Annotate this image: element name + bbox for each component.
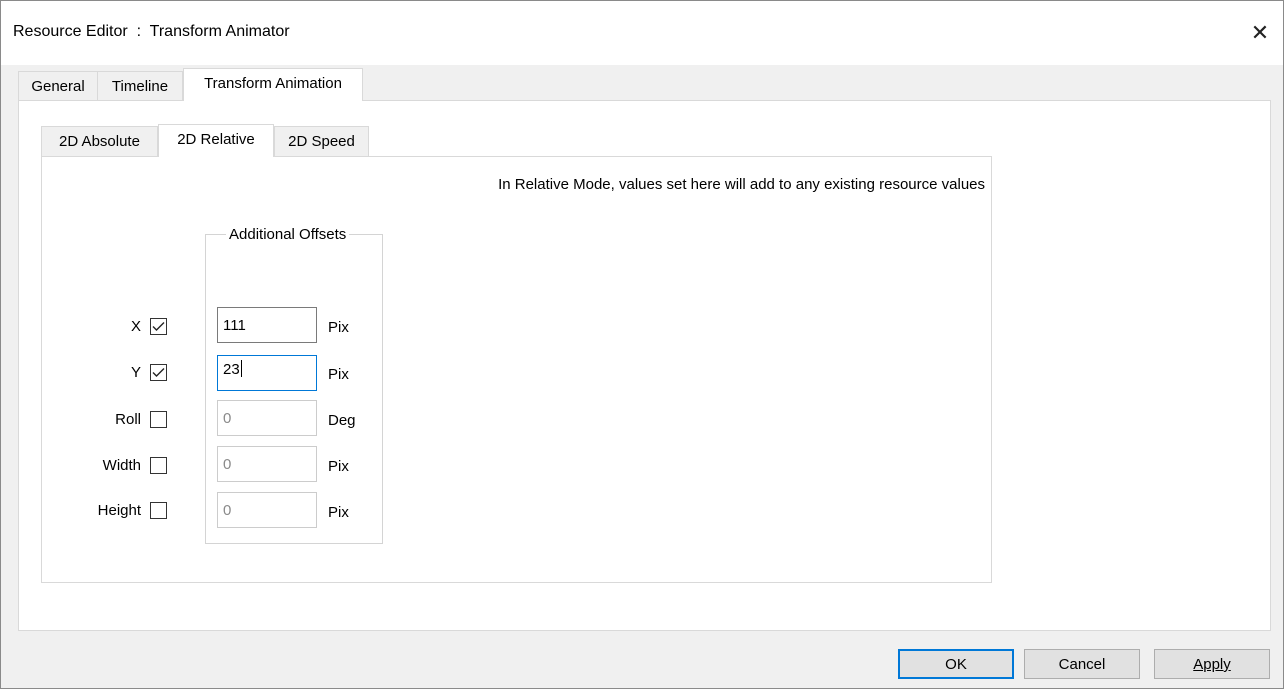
tab-2d-absolute[interactable]: 2D Absolute — [41, 126, 158, 156]
height-label: Height — [97, 502, 141, 519]
height-unit: Pix — [328, 504, 349, 521]
width-offset-input[interactable] — [217, 446, 317, 482]
apply-button[interactable]: Apply — [1154, 649, 1270, 679]
tab-2d-speed-label: 2D Speed — [288, 133, 355, 150]
window-title: Resource Editor : Transform Animator — [13, 23, 290, 40]
roll-offset-input[interactable] — [217, 400, 317, 436]
transform-animation-panel: 2D Absolute 2D Relative 2D Speed In Rela… — [18, 100, 1271, 631]
group-legend: Additional Offsets — [226, 226, 350, 243]
roll-label: Roll — [115, 411, 141, 428]
tab-timeline[interactable]: Timeline — [97, 71, 183, 102]
y-label: Y — [130, 364, 141, 381]
width-unit: Pix — [328, 458, 349, 475]
x-checkbox[interactable] — [150, 318, 167, 335]
x-offset-input[interactable] — [217, 307, 317, 343]
tab-transform-animation-label: Transform Animation — [204, 75, 342, 92]
title-bar[interactable]: Resource Editor : Transform Animator ✕ — [1, 1, 1283, 65]
text-caret — [240, 360, 242, 377]
relative-mode-info: In Relative Mode, values set here will a… — [498, 176, 985, 193]
tab-general-label: General — [31, 78, 85, 95]
ok-button-label: OK — [945, 656, 967, 673]
height-checkbox[interactable] — [150, 502, 167, 519]
tab-timeline-label: Timeline — [111, 78, 169, 95]
y-offset-value: 23 — [223, 361, 240, 378]
cancel-button[interactable]: Cancel — [1024, 649, 1140, 679]
checkmark-icon — [152, 368, 165, 377]
x-unit: Pix — [328, 319, 349, 336]
x-label: X — [130, 318, 141, 335]
width-label: Width — [102, 457, 141, 474]
tab-transform-animation[interactable]: Transform Animation — [183, 68, 363, 101]
cancel-button-label: Cancel — [1058, 656, 1106, 673]
apply-button-label: Apply — [1193, 656, 1231, 673]
y-checkbox[interactable] — [150, 364, 167, 381]
close-button[interactable]: ✕ — [1237, 11, 1283, 55]
roll-checkbox[interactable] — [150, 411, 167, 428]
ok-button[interactable]: OK — [898, 649, 1014, 679]
roll-unit: Deg — [328, 412, 356, 429]
relative-settings-panel: In Relative Mode, values set here will a… — [41, 156, 992, 583]
tab-2d-absolute-label: 2D Absolute — [59, 133, 140, 150]
height-offset-input[interactable] — [217, 492, 317, 528]
tab-2d-speed[interactable]: 2D Speed — [274, 126, 369, 156]
checkmark-icon — [152, 322, 165, 331]
tab-2d-relative-label: 2D Relative — [177, 131, 255, 148]
tab-general[interactable]: General — [18, 71, 98, 102]
width-checkbox[interactable] — [150, 457, 167, 474]
dialog-window: Resource Editor : Transform Animator ✕ G… — [0, 0, 1284, 689]
y-unit: Pix — [328, 366, 349, 383]
tab-2d-relative[interactable]: 2D Relative — [158, 124, 274, 157]
close-icon: ✕ — [1250, 20, 1270, 45]
y-offset-input[interactable]: 23 — [217, 355, 317, 391]
